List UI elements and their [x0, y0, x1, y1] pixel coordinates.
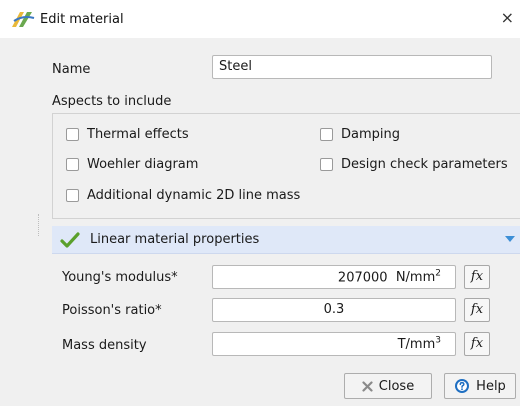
damping-checkbox[interactable]: Damping: [320, 127, 400, 142]
checkbox-box[interactable]: [66, 189, 79, 202]
youngs-modulus-input[interactable]: 207000 N/mm2: [212, 265, 456, 289]
title-bar: Edit material ×: [0, 0, 520, 38]
design-check-parameters-checkbox[interactable]: Design check parameters: [320, 157, 508, 172]
close-button[interactable]: Close: [344, 373, 432, 399]
checkbox-label: Damping: [341, 127, 400, 142]
unit-label: T/mm3: [397, 336, 441, 353]
help-icon: [455, 379, 470, 393]
poissons-ratio-value: 0.3: [323, 302, 345, 317]
unit-label: N/mm2: [395, 269, 441, 286]
material-icon: [12, 12, 35, 27]
youngs-modulus-label: Young's modulus*: [62, 270, 178, 285]
name-label: Name: [52, 62, 91, 77]
checkbox-label: Additional dynamic 2D line mass: [87, 188, 301, 203]
checkbox-box[interactable]: [320, 128, 333, 141]
close-window-icon[interactable]: ×: [501, 9, 514, 27]
help-button[interactable]: Help: [444, 373, 516, 399]
dialog-title: Edit material: [40, 12, 124, 27]
name-input[interactable]: Steel: [212, 55, 492, 79]
density-fx-button[interactable]: fx: [464, 332, 490, 356]
mass-density-value: T/mm3: [398, 336, 441, 352]
splitter-handle[interactable]: [38, 214, 41, 236]
woehler-diagram-checkbox[interactable]: Woehler diagram: [66, 157, 198, 172]
checkbox-box[interactable]: [66, 158, 79, 171]
chevron-down-icon[interactable]: [504, 234, 516, 244]
youngs-modulus-value: 207000 N/mm2: [337, 269, 441, 286]
close-button-label: Close: [378, 378, 415, 394]
checkbox-label: Woehler diagram: [87, 157, 199, 172]
mass-density-input[interactable]: T/mm3: [212, 332, 456, 356]
thermal-effects-checkbox[interactable]: Thermal effects: [66, 127, 189, 142]
aspects-heading: Aspects to include: [52, 94, 172, 109]
close-icon: [362, 380, 373, 392]
check-icon: [60, 232, 80, 248]
mass-density-label: Mass density: [62, 338, 147, 353]
checkbox-label: Design check parameters: [341, 157, 508, 172]
help-button-label: Help: [476, 378, 506, 394]
section-title: Linear material properties: [90, 232, 260, 247]
checkbox-box[interactable]: [66, 128, 79, 141]
poissons-ratio-label: Poisson's ratio*: [62, 303, 162, 318]
linear-properties-header[interactable]: Linear material properties: [52, 226, 520, 254]
youngs-fx-button[interactable]: fx: [464, 265, 490, 289]
poissons-ratio-input[interactable]: 0.3: [212, 298, 456, 322]
checkbox-label: Thermal effects: [87, 127, 189, 142]
edit-material-dialog: Edit material × Name Steel Aspects to in…: [0, 0, 520, 406]
checkbox-box[interactable]: [320, 158, 333, 171]
poisson-fx-button[interactable]: fx: [464, 298, 490, 322]
dynamic-line-mass-checkbox[interactable]: Additional dynamic 2D line mass: [66, 188, 300, 203]
